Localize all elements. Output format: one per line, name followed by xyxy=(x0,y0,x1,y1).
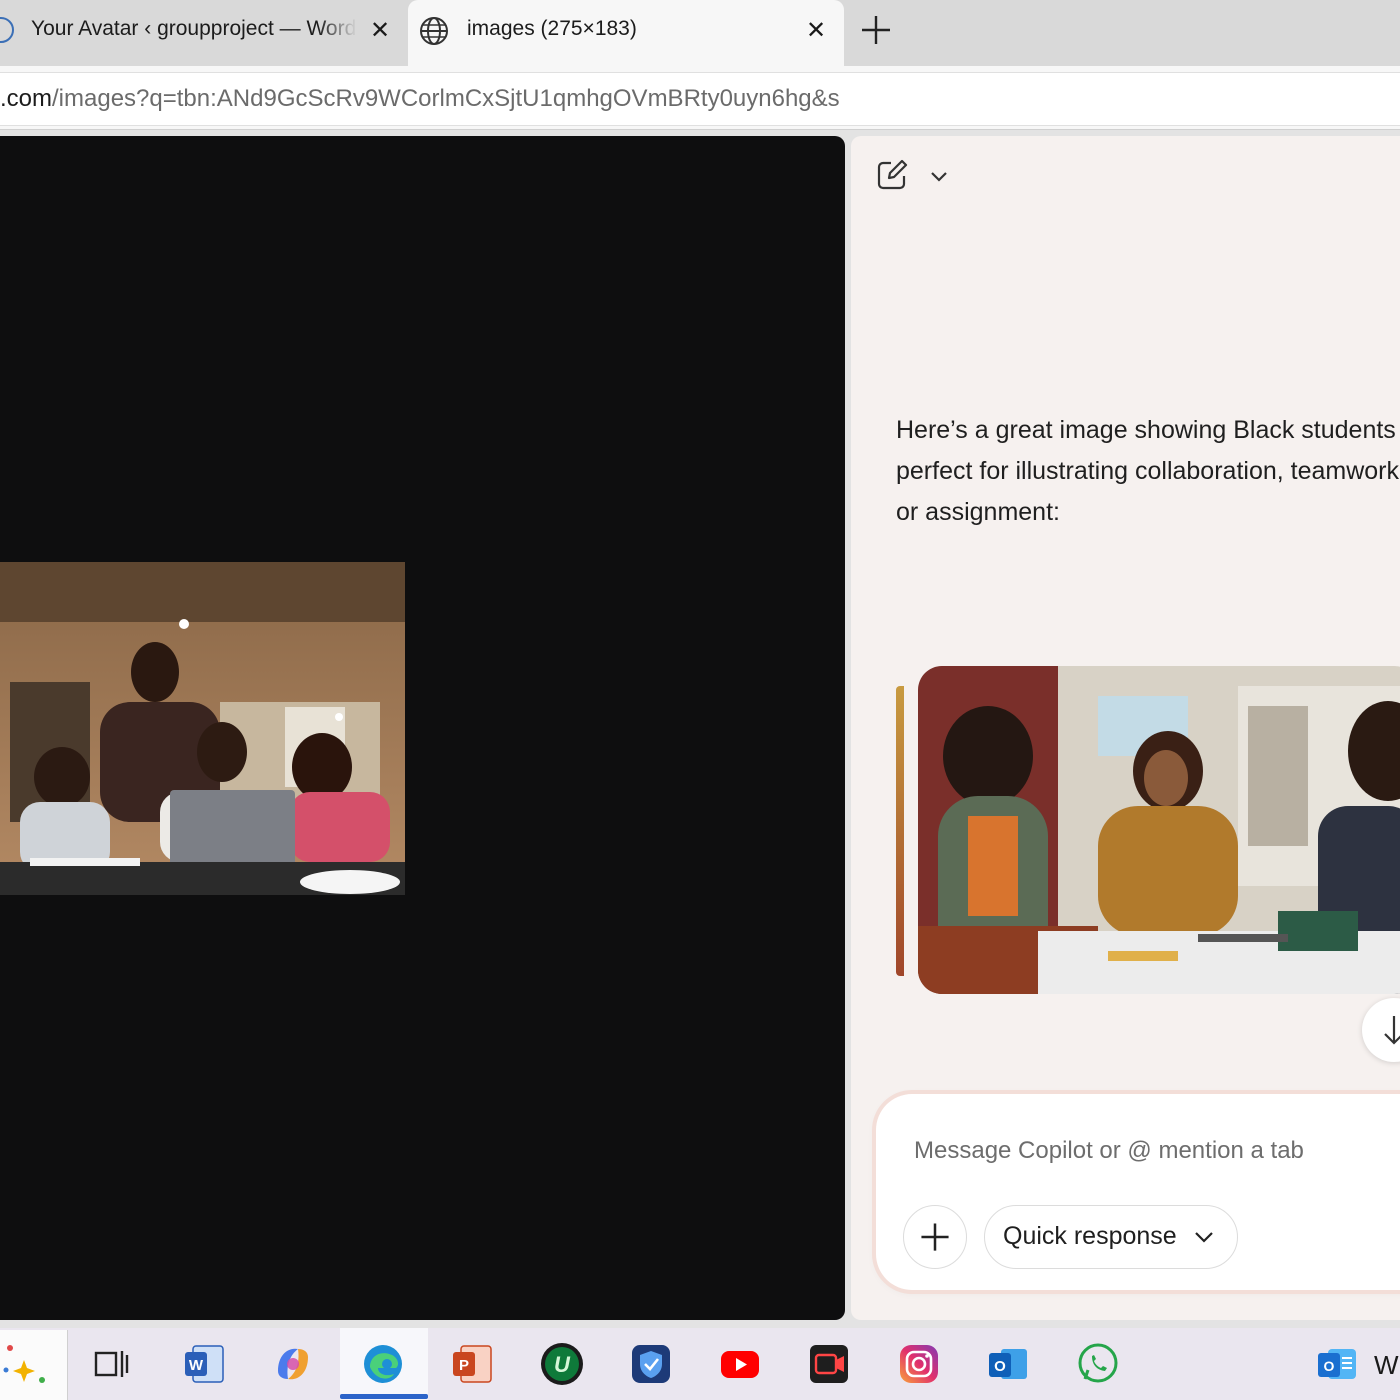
taskbar-app-label[interactable]: W xyxy=(1374,1350,1399,1381)
active-app-indicator xyxy=(340,1394,428,1399)
add-attachment-button[interactable] xyxy=(903,1205,967,1269)
svg-text:O: O xyxy=(1324,1358,1335,1374)
svg-text:O: O xyxy=(994,1358,1006,1375)
upwork-icon[interactable]: U xyxy=(539,1341,585,1387)
word-icon[interactable]: W xyxy=(181,1341,227,1387)
message-line: Here’s a great image showing Black stude… xyxy=(896,416,1396,444)
chevron-down-icon xyxy=(1195,1232,1213,1243)
youtube-icon[interactable] xyxy=(717,1341,763,1387)
outlook-new-icon[interactable]: O xyxy=(1314,1341,1360,1387)
screen-recorder-icon[interactable] xyxy=(806,1341,852,1387)
close-tab-icon[interactable]: ✕ xyxy=(804,19,828,43)
url-host: .com xyxy=(0,85,53,112)
tab-wordpress[interactable]: Your Avatar ‹ groupproject — WordPress ✕ xyxy=(0,0,406,62)
previous-image-edge[interactable] xyxy=(896,686,904,976)
message-line: perfect for illustrating collaboration, … xyxy=(896,457,1400,485)
quick-response-label: Quick response xyxy=(1003,1222,1177,1250)
powerpoint-icon[interactable]: P xyxy=(449,1341,495,1387)
url-path: /images?q=tbn:ANd9GcScRv9WCorlmCxSjtU1qm… xyxy=(52,85,840,112)
outlook-icon[interactable]: O xyxy=(985,1341,1031,1387)
start-button[interactable] xyxy=(0,1330,68,1400)
chevron-down-icon[interactable] xyxy=(928,166,950,186)
viewed-image-students-laptop[interactable] xyxy=(0,562,405,895)
globe-icon xyxy=(420,17,448,45)
vpn-icon[interactable] xyxy=(628,1341,674,1387)
message-line: or assignment: xyxy=(896,498,1060,526)
instagram-icon[interactable] xyxy=(896,1341,942,1387)
close-tab-icon[interactable]: ✕ xyxy=(368,19,392,43)
tab-title: Your Avatar ‹ groupproject — WordPress xyxy=(31,17,357,40)
tab-title: images (275×183) xyxy=(467,17,637,40)
assistant-message: Here’s a great image showing Black stude… xyxy=(896,410,1400,533)
edge-icon[interactable] xyxy=(360,1341,406,1387)
svg-text:U: U xyxy=(554,1352,571,1377)
new-tab-button[interactable] xyxy=(858,12,894,48)
compose-icon[interactable] xyxy=(875,158,909,192)
tab-images[interactable]: images (275×183) ✕ xyxy=(408,0,844,66)
wordpress-icon xyxy=(0,17,14,43)
url-text[interactable]: .com/images?q=tbn:ANd9GcScRv9WCorlmCxSjt… xyxy=(0,85,840,113)
svg-text:P: P xyxy=(459,1357,469,1374)
suggested-image-students-discussion[interactable] xyxy=(918,666,1400,994)
whatsapp-icon[interactable] xyxy=(1075,1341,1121,1387)
message-input[interactable]: Message Copilot or @ mention a tab xyxy=(914,1137,1304,1165)
screen: Your Avatar ‹ groupproject — WordPress ✕… xyxy=(0,0,1400,1400)
svg-text:W: W xyxy=(189,1357,204,1374)
copilot-icon[interactable] xyxy=(270,1341,316,1387)
task-view-icon[interactable] xyxy=(88,1341,134,1387)
start-icon xyxy=(3,1345,45,1383)
